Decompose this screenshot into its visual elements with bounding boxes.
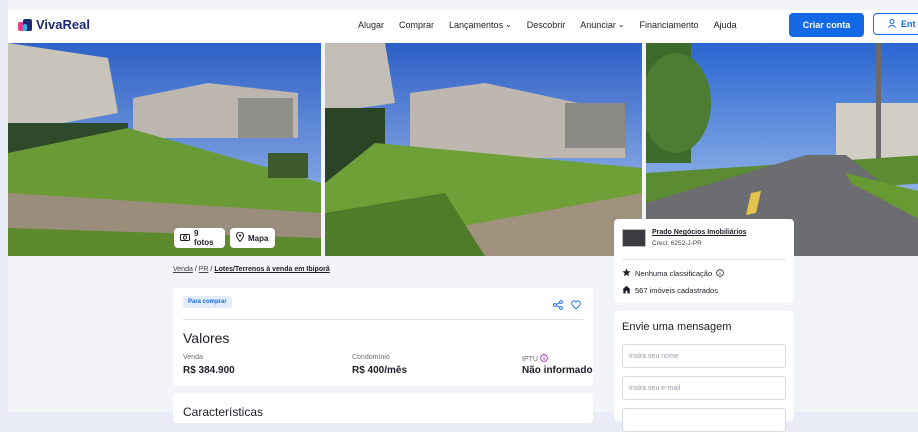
login-label: Ent — [901, 19, 916, 29]
login-button[interactable]: Ent — [873, 13, 918, 35]
main-nav: Alugar Comprar Lançamentos ⌄ Descobrir A… — [358, 20, 737, 30]
map-button[interactable]: Mapa — [230, 228, 275, 248]
contact-form-title: Envie uma mensagem — [622, 321, 732, 333]
sale-price: R$ 384.900 — [183, 365, 235, 376]
user-icon — [888, 18, 896, 30]
breadcrumb-venda[interactable]: Venda — [173, 266, 193, 273]
iptu-label-group: IPTU — [522, 354, 548, 364]
info-icon[interactable] — [716, 268, 724, 279]
chevron-down-icon[interactable]: ⌄ — [618, 20, 625, 30]
rating-text: Nenhuma classificação — [635, 269, 713, 278]
star-icon — [622, 268, 631, 279]
vivareal-logo-icon — [18, 18, 32, 31]
vivareal-logo[interactable]: VivaReal — [18, 17, 90, 32]
chevron-down-icon[interactable]: ⌄ — [505, 20, 512, 30]
values-card: Para comprar Valores Venda R$ 384.900 Co… — [173, 288, 593, 386]
photos-button-label: 9 fotos — [194, 229, 214, 247]
map-button-label: Mapa — [248, 233, 269, 243]
advertiser-name[interactable]: Prado Negócios Imobiliários — [652, 229, 747, 236]
name-input[interactable]: Insira seu nome — [622, 344, 786, 368]
features-title: Características — [183, 405, 264, 419]
top-navigation-bar: VivaReal Alugar Comprar Lançamentos ⌄ De… — [8, 10, 918, 43]
values-title: Valores — [183, 330, 230, 346]
brand-name: VivaReal — [36, 17, 90, 32]
nav-lancamentos[interactable]: Lançamentos — [449, 20, 503, 30]
advertiser-card: Prado Negócios Imobiliários Creci: 6252-… — [614, 219, 794, 303]
iptu-value: Não informado — [522, 365, 593, 376]
nav-descobrir[interactable]: Descobrir — [527, 20, 566, 30]
email-input[interactable]: Insira seu e-mail — [622, 376, 786, 400]
transaction-badge: Para comprar — [183, 296, 232, 308]
listing-photo-2[interactable] — [325, 43, 642, 256]
heart-icon[interactable] — [571, 297, 581, 315]
listing-photo-1[interactable] — [8, 43, 321, 256]
breadcrumb: Venda / PR / Lotes/Terrenos à venda em I… — [173, 266, 330, 273]
share-icon[interactable] — [553, 297, 563, 315]
features-card: Características — [173, 393, 593, 423]
nav-financiamento[interactable]: Financiamento — [640, 20, 699, 30]
breadcrumb-pr[interactable]: PR — [199, 266, 209, 273]
breadcrumb-current[interactable]: Lotes/Terrenos à venda em Ibiporã — [214, 266, 329, 273]
divider — [622, 259, 786, 260]
listings-count: 567 imóveis cadastrados — [635, 286, 718, 295]
breadcrumb-separator: / — [210, 266, 213, 273]
map-pin-icon — [235, 231, 245, 244]
contact-form: Envie uma mensagem Insira seu nome Insir… — [614, 311, 794, 432]
condo-fee: R$ 400/mês — [352, 365, 408, 376]
camera-icon — [180, 233, 190, 243]
advertiser-logo[interactable] — [622, 229, 646, 247]
advertiser-rating: Nenhuma classificação — [622, 268, 724, 279]
nav-anunciar[interactable]: Anunciar — [580, 20, 616, 30]
nav-comprar[interactable]: Comprar — [399, 20, 434, 30]
home-icon — [622, 285, 631, 296]
advertiser-creci: Creci: 6252-J-PR — [652, 240, 702, 247]
sale-label: Venda — [183, 354, 203, 361]
iptu-label: IPTU — [522, 355, 538, 363]
nav-ajuda[interactable]: Ajuda — [714, 20, 737, 30]
page: VivaReal Alugar Comprar Lançamentos ⌄ De… — [8, 0, 918, 432]
info-icon[interactable] — [540, 354, 548, 364]
advertiser-listings: 567 imóveis cadastrados — [622, 285, 718, 296]
nav-alugar[interactable]: Alugar — [358, 20, 384, 30]
divider — [183, 319, 583, 320]
photos-button[interactable]: 9 fotos — [174, 228, 225, 248]
create-account-button[interactable]: Criar conta — [789, 13, 864, 37]
breadcrumb-separator: / — [194, 266, 197, 273]
condo-label: Condomínio — [352, 354, 390, 361]
